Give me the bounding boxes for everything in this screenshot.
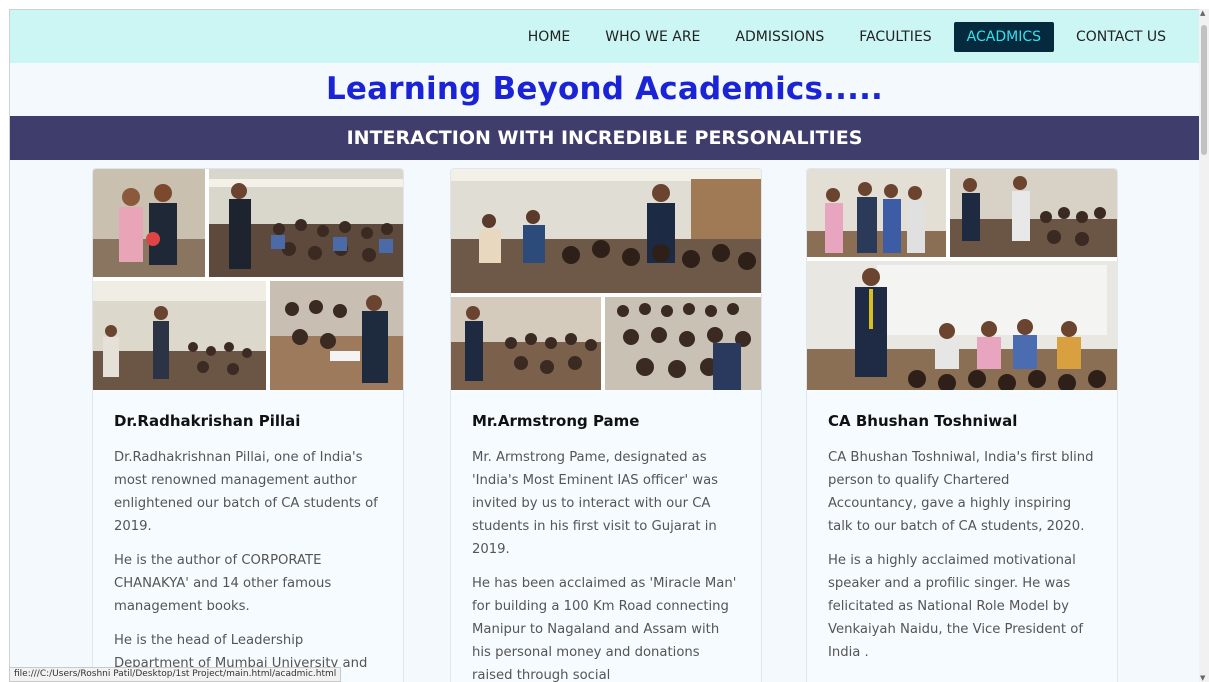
nav-contact-us[interactable]: CONTACT US bbox=[1063, 22, 1179, 52]
scrollbar-thumb[interactable] bbox=[1201, 25, 1207, 155]
event-photo bbox=[270, 281, 403, 390]
card-radhakrishnan-pillai: Dr.Radhakrishan Pillai Dr.Radhakrishnan … bbox=[92, 168, 404, 682]
nav-academics[interactable]: ACADMICS bbox=[953, 21, 1055, 52]
card-body: Dr.Radhakrishan Pillai Dr.Radhakrishnan … bbox=[93, 390, 403, 675]
browser-viewport: HOME WHO WE ARE ADMISSIONS FACULTIES ACA… bbox=[9, 9, 1199, 682]
card-paragraph: He is a highly acclaimed motivational sp… bbox=[828, 553, 1083, 660]
vertical-scrollbar[interactable]: ▲ ▼ bbox=[1199, 9, 1209, 682]
card-body: Mr.Armstrong Pame Mr. Armstrong Pame, de… bbox=[451, 390, 761, 682]
event-photo bbox=[950, 169, 1117, 257]
personalities-cards: Dr.Radhakrishan Pillai Dr.Radhakrishnan … bbox=[10, 160, 1199, 682]
photo-collage bbox=[807, 169, 1117, 390]
card-title: Mr.Armstrong Pame bbox=[472, 412, 640, 430]
event-photo bbox=[93, 169, 205, 277]
card-paragraph: Mr. Armstrong Pame, designated as 'India… bbox=[472, 450, 719, 557]
card-armstrong-pame: Mr.Armstrong Pame Mr. Armstrong Pame, de… bbox=[450, 168, 762, 682]
event-photo bbox=[807, 261, 1117, 390]
card-paragraph: He has been acclaimed as 'Miracle Man' f… bbox=[472, 576, 737, 682]
nav-who-we-are[interactable]: WHO WE ARE bbox=[592, 22, 713, 52]
scroll-down-arrow-icon[interactable]: ▼ bbox=[1200, 674, 1205, 682]
card-title: CA Bhushan Toshniwal bbox=[828, 412, 1018, 430]
event-photo bbox=[807, 169, 946, 257]
nav-faculties[interactable]: FACULTIES bbox=[846, 22, 944, 52]
scroll-up-arrow-icon[interactable]: ▲ bbox=[1200, 9, 1205, 17]
card-paragraph: CA Bhushan Toshniwal, India's first blin… bbox=[828, 450, 1094, 534]
event-photo bbox=[605, 297, 761, 390]
status-bar-url: file:///C:/Users/Roshni Patil/Desktop/1s… bbox=[9, 667, 342, 682]
card-bhushan-toshniwal: CA Bhushan Toshniwal CA Bhushan Toshniwa… bbox=[806, 168, 1118, 682]
event-photo bbox=[93, 281, 266, 390]
photo-collage bbox=[93, 169, 403, 390]
event-photo bbox=[451, 169, 761, 293]
nav-admissions[interactable]: ADMISSIONS bbox=[722, 22, 837, 52]
card-title: Dr.Radhakrishan Pillai bbox=[114, 412, 301, 430]
event-photo bbox=[451, 297, 601, 390]
photo-collage bbox=[451, 169, 761, 390]
nav-home[interactable]: HOME bbox=[515, 22, 583, 52]
section-banner: INTERACTION WITH INCREDIBLE PERSONALITIE… bbox=[10, 116, 1199, 160]
card-paragraph: Dr.Radhakrishnan Pillai, one of India's … bbox=[114, 450, 378, 534]
page-heading: Learning Beyond Academics..... bbox=[325, 71, 884, 107]
event-photo bbox=[209, 169, 403, 277]
card-paragraph: He is the author of CORPORATE CHANAKYA' … bbox=[114, 553, 332, 614]
top-navbar: HOME WHO WE ARE ADMISSIONS FACULTIES ACA… bbox=[10, 10, 1199, 63]
card-body: CA Bhushan Toshniwal CA Bhushan Toshniwa… bbox=[807, 390, 1117, 664]
